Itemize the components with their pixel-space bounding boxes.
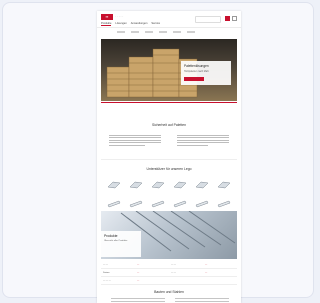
product-tile[interactable] xyxy=(103,179,125,191)
accent-divider xyxy=(101,102,237,103)
hero-banner: Palettenlösungen Holzpaletten nach Maß xyxy=(101,39,237,101)
section-title: Unterstützer für unseren Lego xyxy=(146,167,192,171)
section-title: Sicherheit auf Paletten xyxy=(151,123,187,127)
text-column xyxy=(175,298,229,303)
brand-tagline: · · · · · xyxy=(115,14,124,18)
main-nav: Produkte Lösungen Anwendungen Service xyxy=(101,22,160,26)
sub-navigation xyxy=(97,28,241,35)
product-tile[interactable] xyxy=(103,198,125,210)
product-tile[interactable] xyxy=(125,198,147,210)
hero-cta-button[interactable] xyxy=(184,77,204,81)
hero-caption: Palettenlösungen Holzpaletten nach Maß xyxy=(181,61,231,85)
section-title: Bauten und Stahlen xyxy=(154,290,184,294)
cart-button[interactable] xyxy=(225,16,230,21)
subnav-item[interactable] xyxy=(173,30,181,33)
subnav-item[interactable] xyxy=(187,30,195,33)
subnav-item[interactable] xyxy=(145,30,153,33)
text-column xyxy=(111,298,165,303)
info-table: — — — — — — Datum — — — — — — — — xyxy=(101,261,237,285)
product-banner: Produkte Übersicht aller Produkte xyxy=(101,211,237,259)
product-tile[interactable] xyxy=(213,198,235,210)
preview-card: ▪▪ · · · · · Produkte Lösungen Anwendung… xyxy=(2,2,314,303)
product-tile[interactable] xyxy=(213,179,235,191)
product-tile[interactable] xyxy=(169,179,191,191)
text-column xyxy=(177,135,229,147)
table-row: — — — — xyxy=(101,277,237,285)
product-tile[interactable] xyxy=(191,179,213,191)
menu-icon[interactable] xyxy=(232,16,237,21)
subnav-item[interactable] xyxy=(159,30,167,33)
product-tile[interactable] xyxy=(147,198,169,210)
banner-caption: Produkte Übersicht aller Produkte xyxy=(101,231,141,257)
nav-item[interactable]: Service xyxy=(151,22,160,26)
brand-logo[interactable]: ▪▪ xyxy=(101,14,113,20)
product-tile[interactable] xyxy=(147,179,169,191)
banner-title: Produkte xyxy=(104,234,118,238)
section-divider xyxy=(101,159,237,160)
nav-item[interactable]: Anwendungen xyxy=(131,22,148,26)
page-thumbnail[interactable]: ▪▪ · · · · · Produkte Lösungen Anwendung… xyxy=(97,11,241,303)
subnav-item[interactable] xyxy=(117,30,125,33)
table-row: Datum — — — — xyxy=(101,269,237,277)
search-input[interactable] xyxy=(195,16,221,23)
hero-subtitle: Holzpaletten nach Maß xyxy=(184,70,209,73)
banner-subtitle: Übersicht aller Produkte xyxy=(104,240,128,242)
table-row: — — — — — — xyxy=(101,261,237,269)
site-header: ▪▪ · · · · · Produkte Lösungen Anwendung… xyxy=(97,11,241,28)
product-tile[interactable] xyxy=(169,198,191,210)
product-tile[interactable] xyxy=(191,198,213,210)
hero-title: Palettenlösungen xyxy=(184,64,209,68)
nav-item[interactable]: Produkte xyxy=(101,22,112,26)
subnav-item[interactable] xyxy=(131,30,139,33)
product-grid xyxy=(103,179,235,210)
product-tile[interactable] xyxy=(125,179,147,191)
text-column xyxy=(109,135,161,147)
nav-item[interactable]: Lösungen xyxy=(115,22,126,26)
